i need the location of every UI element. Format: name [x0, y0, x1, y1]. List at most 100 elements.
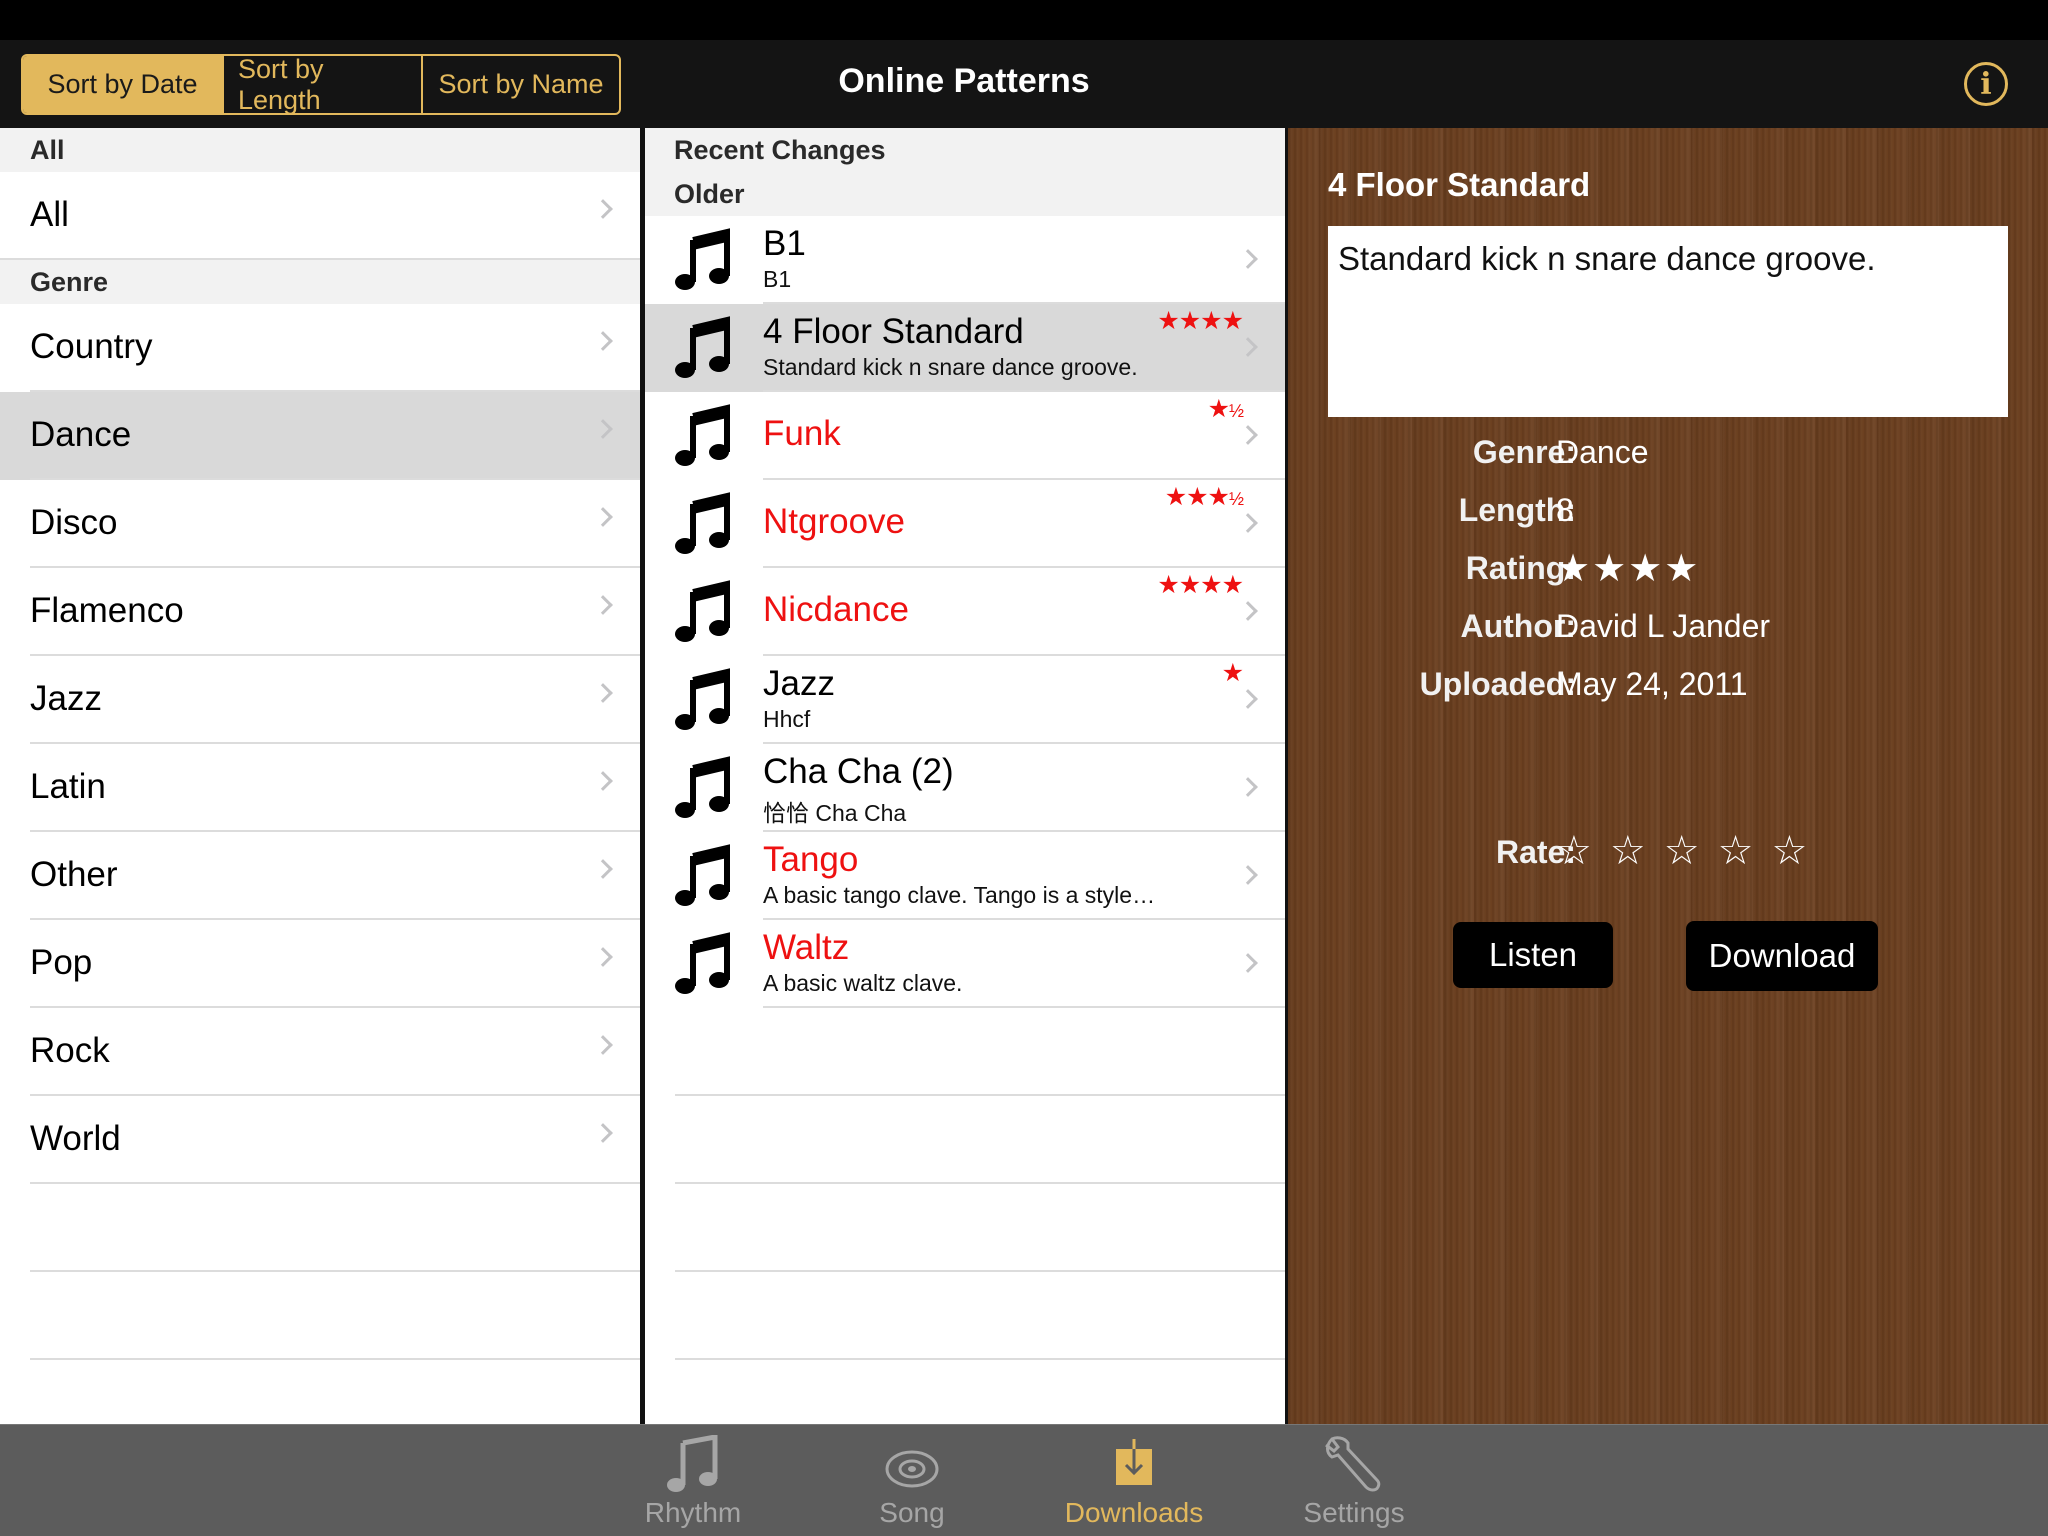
chevron-right-icon	[593, 507, 613, 527]
category-label: Rock	[30, 1031, 110, 1070]
pattern-row[interactable]: Tango A basic tango clave. Tango is a sty…	[645, 832, 1285, 920]
music-note-icon	[675, 844, 730, 906]
listen-button[interactable]: Listen	[1453, 922, 1613, 988]
genre-value: Dance	[1556, 434, 1649, 470]
rating-stars-full: ★★★★	[1157, 307, 1244, 335]
pattern-row[interactable]: Jazz Hhcf ★	[645, 656, 1285, 744]
rating-stars-full: ★★★	[1164, 483, 1230, 511]
category-label: Jazz	[30, 679, 102, 718]
tab-downloads[interactable]: Downloads	[1065, 1425, 1203, 1536]
author-value: David L Jander	[1556, 608, 1771, 644]
pattern-title: Tango	[763, 840, 859, 879]
detail-rating-row: Rating: ★★★★	[1288, 548, 2048, 600]
tab-settings[interactable]: Settings	[1303, 1425, 1405, 1536]
disc-icon	[885, 1450, 939, 1488]
chevron-right-icon	[593, 1035, 613, 1055]
pattern-title: Ntgroove	[763, 502, 906, 541]
music-note-icon	[675, 756, 730, 818]
category-label: World	[30, 1119, 121, 1158]
pattern-rating-stars: ★★★★	[1157, 306, 1244, 336]
pattern-row[interactable]: 4 Floor Standard Standard kick n snare da…	[645, 304, 1285, 392]
empty-row	[645, 1096, 1285, 1184]
rate-star-5[interactable]: ☆	[1771, 829, 1807, 873]
rate-star-1[interactable]: ☆	[1556, 829, 1592, 873]
category-label: Dance	[30, 415, 132, 454]
empty-row	[645, 1184, 1285, 1272]
section-header-older: Older	[645, 172, 1285, 216]
category-item-dance[interactable]: Dance	[0, 392, 640, 480]
chevron-right-icon	[1238, 689, 1258, 709]
detail-length-row: Length: 8	[1288, 492, 2048, 542]
category-label: Flamenco	[30, 591, 184, 630]
pattern-row[interactable]: Waltz A basic waltz clave.	[645, 920, 1285, 1008]
navigation-bar: Sort by Date Sort by Length Sort by Name…	[0, 40, 2048, 128]
chevron-right-icon	[1238, 249, 1258, 269]
chevron-right-icon	[593, 199, 613, 219]
download-button[interactable]: Download	[1686, 921, 1878, 991]
chevron-right-icon	[1238, 425, 1258, 445]
tab-label: Downloads	[1064, 1497, 1204, 1528]
pattern-rating-stars: ★★★½	[1164, 482, 1244, 512]
empty-row	[0, 1360, 640, 1424]
page-title: Online Patterns	[838, 62, 1090, 100]
music-note-icon	[675, 228, 730, 290]
tab-song[interactable]: Song	[862, 1425, 962, 1536]
music-note-icon	[667, 1435, 718, 1492]
category-item-disco[interactable]: Disco	[0, 480, 640, 568]
pattern-subtitle: B1	[763, 266, 792, 292]
category-item-rock[interactable]: Rock	[0, 1008, 640, 1096]
uploaded-label: Uploaded:	[1419, 666, 1576, 702]
category-item-flamenco[interactable]: Flamenco	[0, 568, 640, 656]
category-item-pop[interactable]: Pop	[0, 920, 640, 1008]
empty-row	[0, 1184, 640, 1272]
pattern-detail-panel: 4 Floor Standard Standard kick n snare d…	[1288, 128, 2048, 1424]
download-icon	[1116, 1439, 1152, 1485]
pattern-row[interactable]: Funk ★½	[645, 392, 1285, 480]
rate-star-2[interactable]: ☆	[1610, 829, 1646, 873]
pattern-row[interactable]: Ntgroove ★★★½	[645, 480, 1285, 568]
pattern-row[interactable]: Cha Cha (2) 恰恰 Cha Cha	[645, 744, 1285, 832]
tab-label: Song	[879, 1497, 945, 1528]
status-bar	[0, 0, 2048, 40]
rating-stars-full: ★	[1207, 395, 1230, 423]
pattern-title: Waltz	[763, 928, 850, 967]
chevron-right-icon	[593, 331, 613, 351]
tab-rhythm[interactable]: Rhythm	[643, 1425, 743, 1536]
category-item-jazz[interactable]: Jazz	[0, 656, 640, 744]
pattern-row[interactable]: Nicdance ★★★★	[645, 568, 1285, 656]
chevron-right-icon	[1238, 953, 1258, 973]
pattern-row[interactable]: B1 B1	[645, 216, 1285, 304]
music-note-icon	[675, 580, 730, 642]
wrench-icon	[1325, 1436, 1381, 1492]
category-item-latin[interactable]: Latin	[0, 744, 640, 832]
category-item-all[interactable]: All	[0, 172, 640, 260]
category-item-country[interactable]: Country	[0, 304, 640, 392]
pattern-subtitle: A basic tango clave. Tango is a style…	[763, 882, 1156, 908]
category-label: All	[30, 195, 69, 234]
chevron-right-icon	[1238, 865, 1258, 885]
chevron-right-icon	[1238, 337, 1258, 357]
pattern-title: B1	[763, 224, 806, 263]
chevron-right-icon	[593, 1123, 613, 1143]
detail-uploaded-row: Uploaded: May 24, 2011	[1288, 666, 2048, 716]
pattern-subtitle: Hhcf	[763, 706, 811, 732]
rate-star-3[interactable]: ☆	[1664, 829, 1700, 873]
tab-label: Settings	[1303, 1497, 1405, 1528]
category-item-world[interactable]: World	[0, 1096, 640, 1184]
rating-stars-full: ★★★★	[1157, 571, 1244, 599]
detail-author-row: Author: David L Jander	[1288, 608, 2048, 658]
length-value: 8	[1556, 492, 1574, 528]
category-item-other[interactable]: Other	[0, 832, 640, 920]
pattern-list: Recent Changes Older B1 B1 4 Floor Standar…	[645, 128, 1285, 1424]
empty-row	[645, 1272, 1285, 1360]
category-list: All All Genre Country Dance Disco Flamenco J…	[0, 128, 640, 1424]
rate-star-4[interactable]: ☆	[1718, 829, 1754, 873]
detail-title: 4 Floor Standard	[1328, 166, 1591, 203]
chevron-right-icon	[1238, 777, 1258, 797]
chevron-right-icon	[1238, 601, 1258, 621]
detail-description: Standard kick n snare dance groove.	[1328, 226, 2008, 417]
category-label: Latin	[30, 767, 106, 806]
category-label: Country	[30, 327, 153, 366]
chevron-right-icon	[593, 419, 613, 439]
info-icon[interactable]: i	[1964, 62, 2008, 106]
